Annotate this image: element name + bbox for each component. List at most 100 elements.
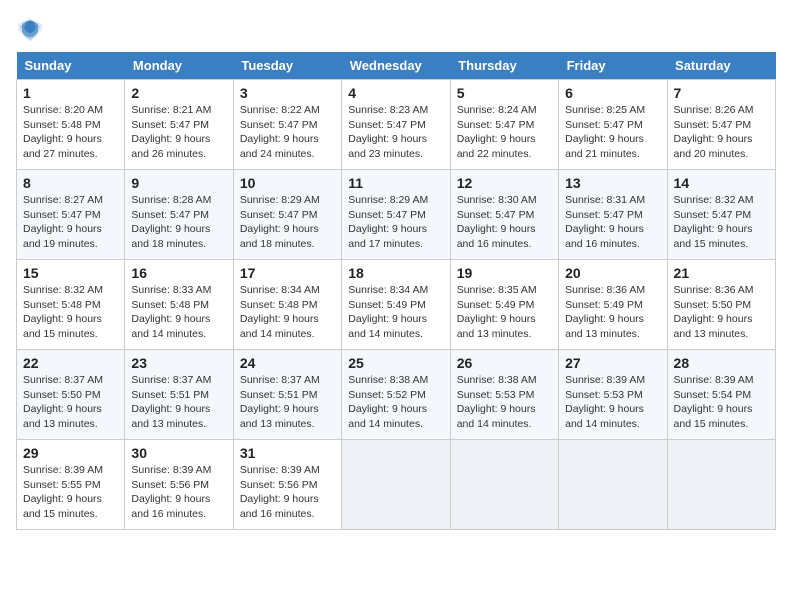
day-info: Sunrise: 8:25 AM Sunset: 5:47 PM Dayligh…: [565, 103, 660, 162]
day-info: Sunrise: 8:38 AM Sunset: 5:53 PM Dayligh…: [457, 373, 552, 432]
weekday-header-monday: Monday: [125, 52, 233, 80]
calendar-cell: 20 Sunrise: 8:36 AM Sunset: 5:49 PM Dayl…: [559, 260, 667, 350]
calendar-cell: 3 Sunrise: 8:22 AM Sunset: 5:47 PM Dayli…: [233, 80, 341, 170]
day-number: 13: [565, 175, 660, 191]
calendar-week-row: 15 Sunrise: 8:32 AM Sunset: 5:48 PM Dayl…: [17, 260, 776, 350]
day-info: Sunrise: 8:20 AM Sunset: 5:48 PM Dayligh…: [23, 103, 118, 162]
weekday-header-sunday: Sunday: [17, 52, 125, 80]
day-info: Sunrise: 8:36 AM Sunset: 5:49 PM Dayligh…: [565, 283, 660, 342]
day-info: Sunrise: 8:39 AM Sunset: 5:56 PM Dayligh…: [240, 463, 335, 522]
logo-icon: [16, 16, 44, 44]
day-info: Sunrise: 8:35 AM Sunset: 5:49 PM Dayligh…: [457, 283, 552, 342]
day-number: 1: [23, 85, 118, 101]
calendar-cell: 1 Sunrise: 8:20 AM Sunset: 5:48 PM Dayli…: [17, 80, 125, 170]
calendar-week-row: 22 Sunrise: 8:37 AM Sunset: 5:50 PM Dayl…: [17, 350, 776, 440]
calendar-cell: 31 Sunrise: 8:39 AM Sunset: 5:56 PM Dayl…: [233, 440, 341, 530]
day-info: Sunrise: 8:39 AM Sunset: 5:54 PM Dayligh…: [674, 373, 769, 432]
day-number: 28: [674, 355, 769, 371]
day-number: 10: [240, 175, 335, 191]
day-info: Sunrise: 8:39 AM Sunset: 5:55 PM Dayligh…: [23, 463, 118, 522]
calendar-cell: 8 Sunrise: 8:27 AM Sunset: 5:47 PM Dayli…: [17, 170, 125, 260]
day-info: Sunrise: 8:29 AM Sunset: 5:47 PM Dayligh…: [348, 193, 443, 252]
day-info: Sunrise: 8:31 AM Sunset: 5:47 PM Dayligh…: [565, 193, 660, 252]
day-number: 6: [565, 85, 660, 101]
day-info: Sunrise: 8:36 AM Sunset: 5:50 PM Dayligh…: [674, 283, 769, 342]
calendar-cell: 14 Sunrise: 8:32 AM Sunset: 5:47 PM Dayl…: [667, 170, 775, 260]
day-info: Sunrise: 8:27 AM Sunset: 5:47 PM Dayligh…: [23, 193, 118, 252]
day-info: Sunrise: 8:33 AM Sunset: 5:48 PM Dayligh…: [131, 283, 226, 342]
calendar-week-row: 29 Sunrise: 8:39 AM Sunset: 5:55 PM Dayl…: [17, 440, 776, 530]
day-info: Sunrise: 8:23 AM Sunset: 5:47 PM Dayligh…: [348, 103, 443, 162]
day-info: Sunrise: 8:34 AM Sunset: 5:48 PM Dayligh…: [240, 283, 335, 342]
calendar-cell: 29 Sunrise: 8:39 AM Sunset: 5:55 PM Dayl…: [17, 440, 125, 530]
calendar-cell: 25 Sunrise: 8:38 AM Sunset: 5:52 PM Dayl…: [342, 350, 450, 440]
calendar-cell: 17 Sunrise: 8:34 AM Sunset: 5:48 PM Dayl…: [233, 260, 341, 350]
calendar-cell: 27 Sunrise: 8:39 AM Sunset: 5:53 PM Dayl…: [559, 350, 667, 440]
day-number: 19: [457, 265, 552, 281]
calendar-cell: 26 Sunrise: 8:38 AM Sunset: 5:53 PM Dayl…: [450, 350, 558, 440]
calendar-cell: 22 Sunrise: 8:37 AM Sunset: 5:50 PM Dayl…: [17, 350, 125, 440]
day-info: Sunrise: 8:34 AM Sunset: 5:49 PM Dayligh…: [348, 283, 443, 342]
day-info: Sunrise: 8:30 AM Sunset: 5:47 PM Dayligh…: [457, 193, 552, 252]
page-header: [16, 16, 776, 44]
day-number: 20: [565, 265, 660, 281]
calendar-cell: 16 Sunrise: 8:33 AM Sunset: 5:48 PM Dayl…: [125, 260, 233, 350]
day-info: Sunrise: 8:37 AM Sunset: 5:51 PM Dayligh…: [131, 373, 226, 432]
day-info: Sunrise: 8:26 AM Sunset: 5:47 PM Dayligh…: [674, 103, 769, 162]
calendar-week-row: 8 Sunrise: 8:27 AM Sunset: 5:47 PM Dayli…: [17, 170, 776, 260]
day-number: 23: [131, 355, 226, 371]
calendar-cell: 30 Sunrise: 8:39 AM Sunset: 5:56 PM Dayl…: [125, 440, 233, 530]
calendar-cell: 24 Sunrise: 8:37 AM Sunset: 5:51 PM Dayl…: [233, 350, 341, 440]
calendar-cell: 7 Sunrise: 8:26 AM Sunset: 5:47 PM Dayli…: [667, 80, 775, 170]
day-number: 12: [457, 175, 552, 191]
day-number: 5: [457, 85, 552, 101]
day-number: 31: [240, 445, 335, 461]
day-info: Sunrise: 8:28 AM Sunset: 5:47 PM Dayligh…: [131, 193, 226, 252]
day-info: Sunrise: 8:38 AM Sunset: 5:52 PM Dayligh…: [348, 373, 443, 432]
calendar-cell: [450, 440, 558, 530]
calendar-cell: 21 Sunrise: 8:36 AM Sunset: 5:50 PM Dayl…: [667, 260, 775, 350]
calendar-cell: 10 Sunrise: 8:29 AM Sunset: 5:47 PM Dayl…: [233, 170, 341, 260]
calendar-cell: 2 Sunrise: 8:21 AM Sunset: 5:47 PM Dayli…: [125, 80, 233, 170]
logo: [16, 16, 48, 44]
day-number: 9: [131, 175, 226, 191]
calendar-cell: [559, 440, 667, 530]
day-number: 26: [457, 355, 552, 371]
calendar-cell: 19 Sunrise: 8:35 AM Sunset: 5:49 PM Dayl…: [450, 260, 558, 350]
weekday-header-saturday: Saturday: [667, 52, 775, 80]
day-number: 14: [674, 175, 769, 191]
calendar-cell: 23 Sunrise: 8:37 AM Sunset: 5:51 PM Dayl…: [125, 350, 233, 440]
day-number: 11: [348, 175, 443, 191]
day-info: Sunrise: 8:39 AM Sunset: 5:53 PM Dayligh…: [565, 373, 660, 432]
weekday-header-tuesday: Tuesday: [233, 52, 341, 80]
calendar-cell: 28 Sunrise: 8:39 AM Sunset: 5:54 PM Dayl…: [667, 350, 775, 440]
day-info: Sunrise: 8:32 AM Sunset: 5:48 PM Dayligh…: [23, 283, 118, 342]
calendar-table: SundayMondayTuesdayWednesdayThursdayFrid…: [16, 52, 776, 530]
calendar-cell: 9 Sunrise: 8:28 AM Sunset: 5:47 PM Dayli…: [125, 170, 233, 260]
weekday-header-thursday: Thursday: [450, 52, 558, 80]
calendar-cell: [342, 440, 450, 530]
day-info: Sunrise: 8:39 AM Sunset: 5:56 PM Dayligh…: [131, 463, 226, 522]
day-info: Sunrise: 8:24 AM Sunset: 5:47 PM Dayligh…: [457, 103, 552, 162]
day-number: 7: [674, 85, 769, 101]
day-number: 22: [23, 355, 118, 371]
day-number: 8: [23, 175, 118, 191]
calendar-cell: 11 Sunrise: 8:29 AM Sunset: 5:47 PM Dayl…: [342, 170, 450, 260]
day-number: 24: [240, 355, 335, 371]
day-info: Sunrise: 8:21 AM Sunset: 5:47 PM Dayligh…: [131, 103, 226, 162]
day-info: Sunrise: 8:22 AM Sunset: 5:47 PM Dayligh…: [240, 103, 335, 162]
calendar-week-row: 1 Sunrise: 8:20 AM Sunset: 5:48 PM Dayli…: [17, 80, 776, 170]
day-number: 21: [674, 265, 769, 281]
day-number: 29: [23, 445, 118, 461]
calendar-cell: 13 Sunrise: 8:31 AM Sunset: 5:47 PM Dayl…: [559, 170, 667, 260]
day-number: 17: [240, 265, 335, 281]
day-number: 16: [131, 265, 226, 281]
day-info: Sunrise: 8:29 AM Sunset: 5:47 PM Dayligh…: [240, 193, 335, 252]
day-number: 30: [131, 445, 226, 461]
day-number: 4: [348, 85, 443, 101]
weekday-header-friday: Friday: [559, 52, 667, 80]
day-info: Sunrise: 8:37 AM Sunset: 5:50 PM Dayligh…: [23, 373, 118, 432]
calendar-cell: 15 Sunrise: 8:32 AM Sunset: 5:48 PM Dayl…: [17, 260, 125, 350]
calendar-cell: 4 Sunrise: 8:23 AM Sunset: 5:47 PM Dayli…: [342, 80, 450, 170]
calendar-cell: 12 Sunrise: 8:30 AM Sunset: 5:47 PM Dayl…: [450, 170, 558, 260]
